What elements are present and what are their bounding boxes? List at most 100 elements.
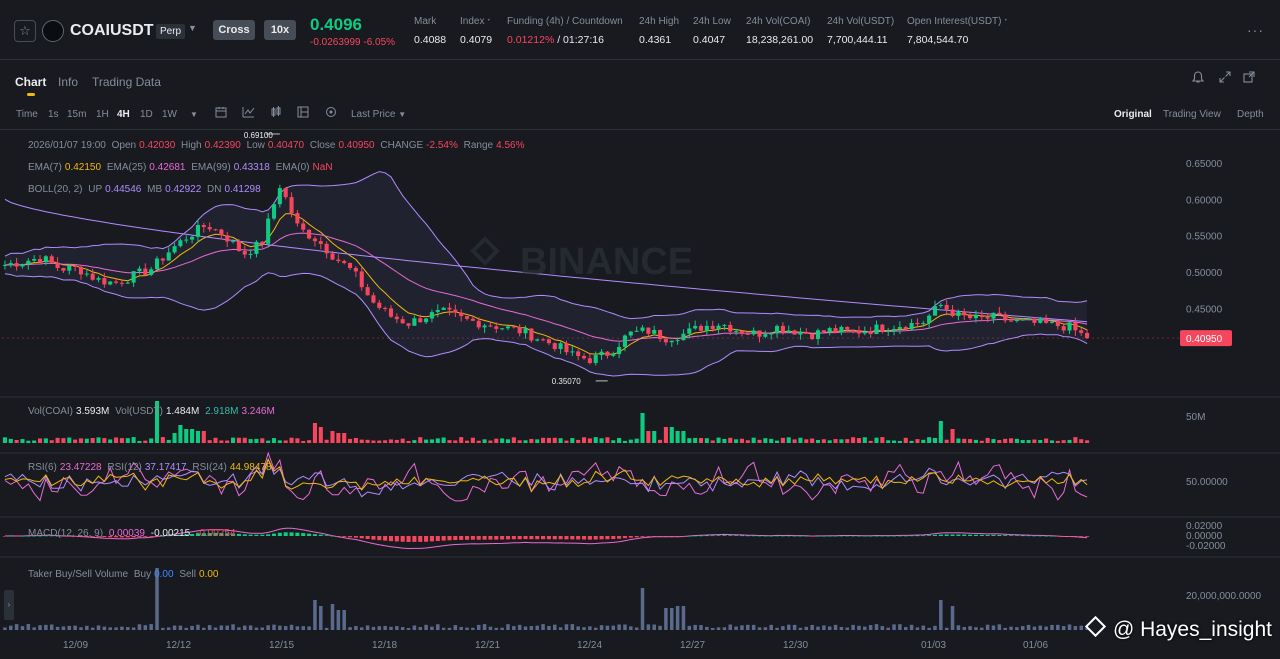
pane-collapse-handle[interactable]: › — [4, 590, 14, 620]
macd-histogram-bar — [979, 534, 984, 536]
volume-bar — [1003, 438, 1008, 443]
interval-15m[interactable]: 15m — [67, 109, 86, 120]
candle-body — [868, 332, 873, 335]
candle-body — [763, 334, 768, 337]
candle-body — [897, 327, 902, 329]
candle-style-icon[interactable] — [270, 106, 282, 121]
leverage-button[interactable]: 10x — [264, 20, 296, 40]
taker-volume-bar — [588, 626, 592, 630]
candle-body — [769, 333, 774, 335]
view-trading-view[interactable]: Trading View — [1163, 109, 1221, 120]
candle-body — [266, 218, 271, 244]
volume-bar — [383, 440, 388, 443]
candle-body — [517, 327, 522, 334]
volume-bar — [745, 440, 750, 443]
macd-histogram-bar — [897, 535, 902, 537]
volume-bar — [669, 427, 674, 443]
volume-bar — [1026, 440, 1031, 443]
volume-bar — [734, 439, 739, 443]
view-original[interactable]: Original — [1114, 109, 1152, 120]
tab-trading-data[interactable]: Trading Data — [92, 75, 161, 89]
external-window-icon[interactable] — [1243, 71, 1255, 86]
more-icon[interactable]: ··· — [1247, 22, 1264, 38]
candle-body — [377, 302, 382, 308]
candle-body — [938, 304, 943, 307]
taker-volume-bar — [576, 626, 580, 630]
margin-mode-button[interactable]: Cross — [213, 20, 255, 40]
macd-histogram-bar — [365, 536, 370, 539]
macd-histogram-bar — [605, 536, 610, 540]
taker-volume-bar — [792, 624, 797, 630]
macd-histogram-bar — [371, 536, 376, 540]
taker-volume-bar — [453, 625, 458, 630]
macd-histogram-bar — [932, 534, 938, 536]
interval-1s[interactable]: 1s — [48, 109, 59, 120]
volume-bar — [862, 437, 867, 443]
calendar-icon[interactable] — [215, 106, 227, 121]
interval-1h[interactable]: 1H — [96, 109, 109, 120]
macd-histogram-bar — [763, 535, 768, 537]
macd-histogram-bar — [541, 536, 546, 540]
volume-bar — [827, 440, 832, 443]
interval-time[interactable]: Time — [16, 109, 38, 120]
volume-bar — [301, 440, 306, 443]
volume-bar — [891, 440, 897, 443]
stat-open-interest[interactable]: Open Interest(USDT) ᐩ 7,804,544.70 — [907, 16, 1007, 46]
volume-bar — [125, 438, 130, 443]
taker-legend: Taker Buy/Sell Volume Buy 0.00 Sell 0.00 — [28, 569, 219, 580]
bell-icon[interactable] — [1191, 71, 1205, 87]
taker-volume-bar — [833, 624, 838, 630]
volume-bar — [810, 438, 815, 443]
interval-1d[interactable]: 1D — [140, 109, 153, 120]
macd-histogram-bar — [856, 535, 861, 537]
taker-volume-bar — [827, 626, 832, 630]
chevron-down-icon[interactable]: ▼ — [188, 23, 197, 33]
price-type-select[interactable]: Last Price ▼ — [351, 109, 406, 120]
taker-volume-bar — [1079, 625, 1083, 630]
taker-volume-bar — [980, 627, 984, 630]
tab-chart[interactable]: Chart — [15, 75, 46, 89]
expand-icon[interactable] — [1219, 71, 1231, 86]
settings-icon[interactable] — [325, 106, 337, 121]
taker-volume-bar — [73, 625, 77, 630]
volume-bar — [464, 440, 470, 443]
macd-histogram-bar — [535, 536, 540, 540]
volume-bar — [336, 433, 341, 443]
candle-body — [599, 351, 604, 356]
macd-histogram-bar — [1003, 535, 1008, 536]
macd-histogram-bar — [523, 536, 528, 540]
taker-volume-bar — [863, 626, 867, 630]
layout-icon[interactable] — [297, 106, 309, 121]
taker-volume-bar — [1026, 624, 1031, 630]
taker-volume-bar — [424, 624, 428, 630]
volume-bar — [371, 440, 376, 443]
view-depth[interactable]: Depth — [1237, 109, 1264, 120]
stat-24h-high: 24h High 0.4361 — [639, 16, 680, 46]
volume-bar — [289, 437, 294, 443]
taker-volume-bar — [623, 624, 627, 630]
candle-body — [271, 204, 277, 219]
volume-bar — [775, 440, 780, 443]
star-icon[interactable]: ☆ — [14, 20, 36, 42]
interval-1w[interactable]: 1W — [162, 109, 177, 120]
candle-body — [851, 329, 856, 331]
candle-body — [646, 327, 651, 334]
tab-info[interactable]: Info — [58, 75, 78, 89]
candle-body — [722, 324, 727, 326]
taker-volume-bar — [278, 625, 282, 630]
macd-histogram-bar — [669, 536, 674, 537]
macd-histogram-bar — [447, 536, 452, 541]
interval-dropdown-icon[interactable]: ▼ — [190, 110, 198, 119]
volume-bar — [271, 438, 277, 443]
taker-volume-bar — [1067, 624, 1072, 630]
candle-body — [84, 273, 89, 275]
taker-volume-bar — [85, 625, 89, 630]
stat-index[interactable]: Index ᐩ 0.4079 — [460, 16, 492, 46]
taker-volume-bar — [418, 627, 422, 630]
indicator-icon[interactable] — [242, 106, 255, 121]
volume-bar — [236, 437, 241, 443]
interval-4h[interactable]: 4H — [117, 109, 130, 120]
volume-bar — [1073, 437, 1078, 443]
symbol-name[interactable]: COAIUSDT — [70, 22, 154, 40]
watermark-logo-icon — [1084, 615, 1107, 638]
